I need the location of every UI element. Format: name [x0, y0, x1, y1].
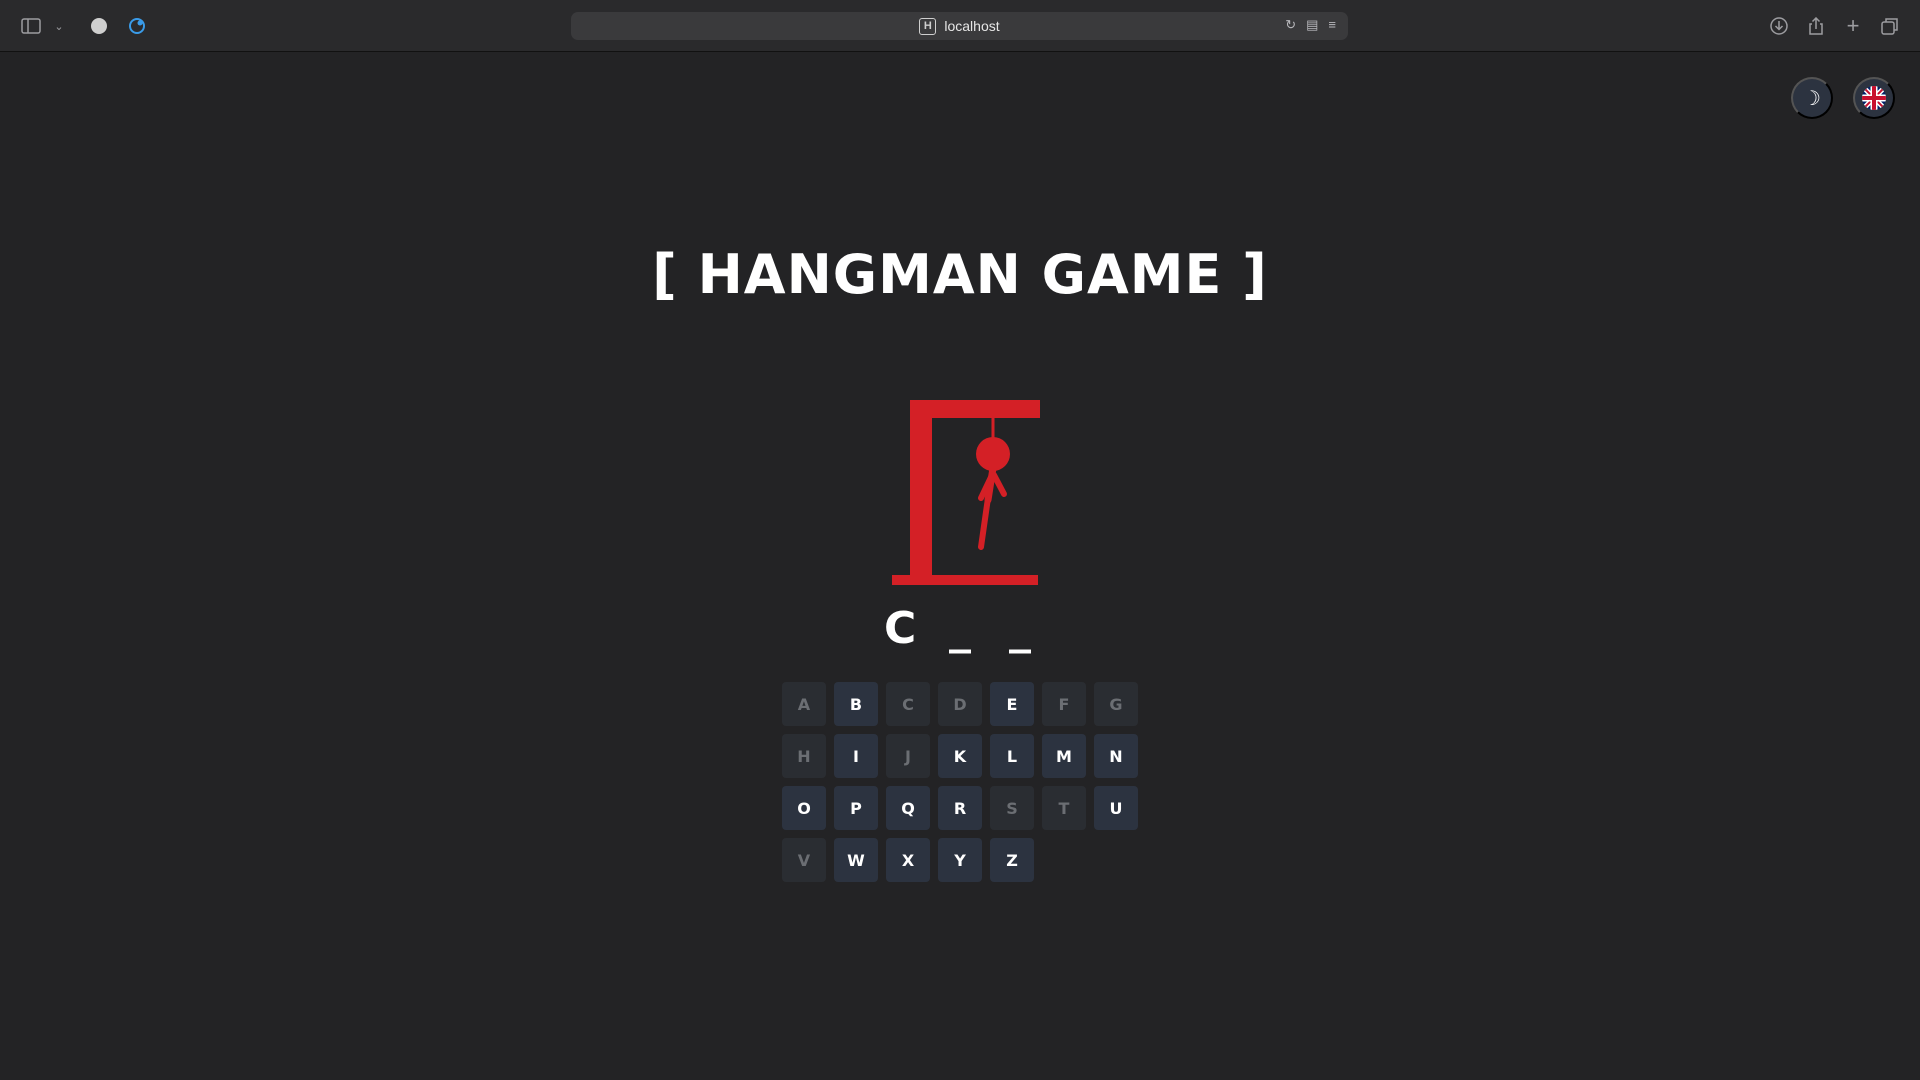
letter-key-e[interactable]: E [990, 682, 1034, 726]
letter-keyboard: ABCDEFG HIJKLMN OPQRSTU VWXYZ [782, 682, 1138, 882]
site-favicon-icon: H [919, 17, 937, 35]
page-title: [ HANGMAN GAME ] [652, 243, 1268, 306]
word-letter: C [884, 603, 917, 654]
letter-key-j: J [886, 734, 930, 778]
new-tab-icon[interactable]: + [1840, 13, 1866, 39]
letter-key-b[interactable]: B [834, 682, 878, 726]
reader-icon[interactable]: ≡ [1328, 17, 1336, 33]
letter-key-s: S [990, 786, 1034, 830]
url-text: localhost [944, 18, 1000, 34]
letter-key-u[interactable]: U [1094, 786, 1138, 830]
hangman-arm-right [991, 472, 1007, 497]
word-display: C _ _ [0, 603, 1920, 654]
translate-icon[interactable]: ▤ [1306, 17, 1318, 33]
chevron-down-icon[interactable]: ⌄ [46, 13, 72, 39]
tab-overview-icon[interactable] [1877, 13, 1903, 39]
gallows-beam [910, 400, 1040, 418]
letter-key-r[interactable]: R [938, 786, 982, 830]
letter-key-k[interactable]: K [938, 734, 982, 778]
letter-key-y[interactable]: Y [938, 838, 982, 882]
hangman-drawing [892, 400, 1040, 585]
letter-key-z[interactable]: Z [990, 838, 1034, 882]
letter-key-t: T [1042, 786, 1086, 830]
word-letter: _ [949, 603, 971, 654]
address-bar[interactable]: H localhost ↻ ▤ ≡ [571, 12, 1348, 40]
letter-key-f: F [1042, 682, 1086, 726]
letter-key-i[interactable]: I [834, 734, 878, 778]
word-letter: _ [1009, 603, 1031, 654]
letter-key-n[interactable]: N [1094, 734, 1138, 778]
hangman-leg [978, 495, 991, 550]
reload-icon[interactable]: ↻ [1285, 17, 1296, 33]
share-icon[interactable] [1803, 13, 1829, 39]
letter-key-a: A [782, 682, 826, 726]
letter-key-v: V [782, 838, 826, 882]
sidebar-toggle-icon[interactable] [18, 13, 44, 39]
letter-key-h: H [782, 734, 826, 778]
letter-key-x[interactable]: X [886, 838, 930, 882]
letter-key-m[interactable]: M [1042, 734, 1086, 778]
letter-key-o[interactable]: O [782, 786, 826, 830]
gallows-post [910, 400, 932, 580]
letter-key-d: D [938, 682, 982, 726]
refresh-extension-icon[interactable] [124, 13, 150, 39]
downloads-icon[interactable] [1766, 13, 1792, 39]
letter-key-l[interactable]: L [990, 734, 1034, 778]
extension-icon[interactable] [86, 13, 112, 39]
browser-toolbar: ⌄ H localhost ↻ ▤ ≡ + [0, 0, 1920, 52]
theme-toggle-button[interactable]: ☽ [1791, 77, 1833, 119]
moon-icon: ☽ [1803, 87, 1821, 110]
letter-key-w[interactable]: W [834, 838, 878, 882]
uk-flag-icon [1862, 86, 1886, 110]
language-button[interactable] [1853, 77, 1895, 119]
letter-key-g: G [1094, 682, 1138, 726]
letter-key-c: C [886, 682, 930, 726]
letter-key-q[interactable]: Q [886, 786, 930, 830]
letter-key-p[interactable]: P [834, 786, 878, 830]
game-page: ☽ [ HANGMAN GAME ] C _ _ A B C D E F G H… [0, 53, 1920, 1080]
